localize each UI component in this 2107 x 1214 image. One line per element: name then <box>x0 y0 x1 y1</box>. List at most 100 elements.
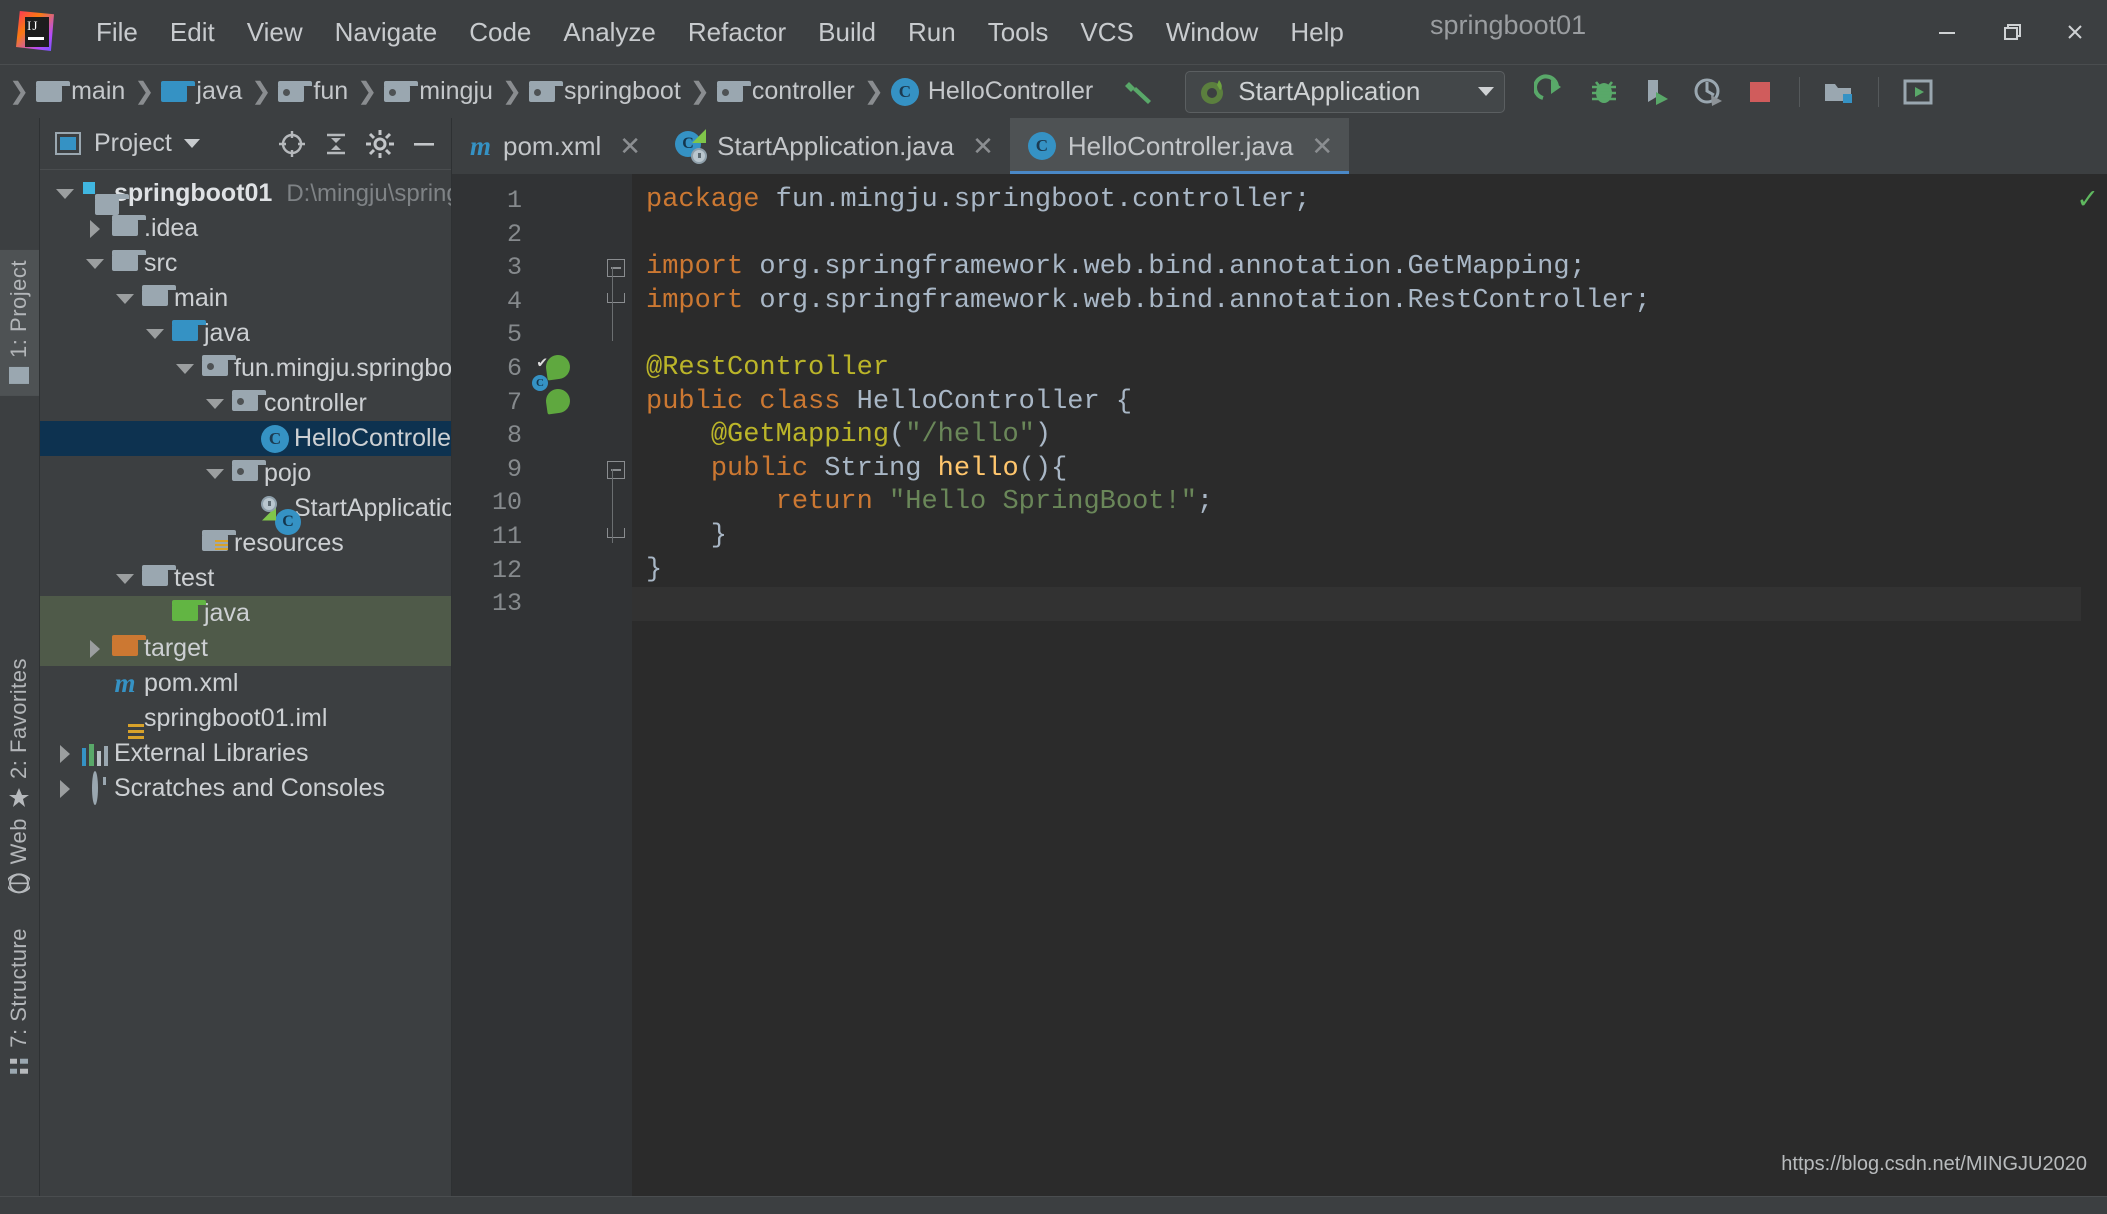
editor-tab-pom-xml[interactable]: m pom.xml ✕ <box>452 118 657 174</box>
breadcrumb-item-springboot[interactable]: springboot <box>529 77 681 106</box>
hide-panel-icon[interactable] <box>409 129 439 159</box>
build-project-button[interactable] <box>1115 69 1161 115</box>
tree-node-springboot01[interactable]: springboot01 D:\mingju\springboo <box>40 176 451 215</box>
tree-node-springboot01-iml[interactable]: springboot01.iml <box>40 701 451 736</box>
code-line[interactable] <box>646 318 2107 352</box>
chevron-down-icon[interactable] <box>172 356 198 382</box>
fold-import-end-icon[interactable] <box>607 292 625 303</box>
tree-node-pom-xml[interactable]: m pom.xml <box>40 666 451 701</box>
run-with-coverage-button[interactable] <box>1685 69 1731 115</box>
stop-button[interactable] <box>1737 69 1783 115</box>
tree-node-startapplication[interactable]: CStartApplication <box>40 491 451 535</box>
debug-button[interactable] <box>1581 69 1627 115</box>
tree-node-fun-mingju-springboot[interactable]: fun.mingju.springboot <box>40 351 451 386</box>
chevron-down-icon[interactable] <box>82 251 108 277</box>
gear-icon[interactable] <box>365 129 395 159</box>
menu-item-edit[interactable]: Edit <box>154 13 231 52</box>
inspection-ok-icon[interactable]: ✓ <box>2076 184 2099 215</box>
breadcrumb-item-controller[interactable]: controller <box>716 77 855 106</box>
close-tab-icon[interactable]: ✕ <box>972 131 994 162</box>
close-button[interactable] <box>2043 0 2107 64</box>
editor-tab-hellocontroller-java[interactable]: C HelloController.java ✕ <box>1009 118 1350 174</box>
search-everywhere-button[interactable] <box>1895 69 1941 115</box>
chevron-right-icon[interactable] <box>52 776 78 802</box>
menu-item-analyze[interactable]: Analyze <box>547 13 672 52</box>
chevron-down-icon[interactable] <box>112 286 138 312</box>
chevron-down-icon[interactable] <box>183 139 200 148</box>
code-line[interactable]: } <box>646 554 2107 588</box>
chevron-down-icon[interactable] <box>112 566 138 592</box>
tree-node-scratches-and-consoles[interactable]: Scratches and Consoles <box>40 771 451 806</box>
chevron-right-icon[interactable] <box>82 216 108 242</box>
code-area[interactable]: package fun.mingju.springboot.controller… <box>632 174 2107 1196</box>
tree-node-target[interactable]: target <box>40 631 451 666</box>
code-line[interactable] <box>646 218 2107 252</box>
tree-node-java[interactable]: java <box>40 316 451 351</box>
tree-node-src[interactable]: src <box>40 246 451 281</box>
tree-node-hellocontroller[interactable]: C HelloController <box>40 421 451 456</box>
chevron-down-icon[interactable] <box>52 181 78 207</box>
tree-node-pojo[interactable]: pojo <box>40 456 451 491</box>
code-folding-column[interactable] <box>604 174 632 1196</box>
tree-node-resources[interactable]: resources <box>40 526 451 561</box>
menu-item-help[interactable]: Help <box>1274 13 1359 52</box>
chevron-right-icon[interactable] <box>82 636 108 662</box>
breadcrumb-item-hellocontroller[interactable]: C HelloController <box>890 77 1093 106</box>
rail-item-project[interactable]: 1: Project <box>0 250 39 396</box>
menu-item-navigate[interactable]: Navigate <box>319 13 454 52</box>
line-number: 4 <box>506 286 522 316</box>
menu-item-vcs[interactable]: VCS <box>1064 13 1149 52</box>
code-line[interactable]: return "Hello SpringBoot!"; <box>646 486 2107 520</box>
code-line[interactable]: package fun.mingju.springboot.controller… <box>646 184 2107 218</box>
rail-item-favorites[interactable]: 2: Favorites <box>0 648 39 819</box>
run-button[interactable] <box>1529 69 1575 115</box>
run-with-profiler-button[interactable] <box>1633 69 1679 115</box>
menu-item-refactor[interactable]: Refactor <box>672 13 802 52</box>
maximize-button[interactable] <box>1979 0 2043 64</box>
menu-item-file[interactable]: File <box>80 13 154 52</box>
code-line[interactable]: public class HelloController { <box>646 386 2107 420</box>
menu-item-view[interactable]: View <box>231 13 319 52</box>
code-line[interactable]: import org.springframework.web.bind.anno… <box>646 285 2107 319</box>
collapse-all-icon[interactable] <box>321 129 351 159</box>
fold-import-region-icon[interactable] <box>607 259 625 278</box>
tree-node-external-libraries[interactable]: External Libraries <box>40 736 451 771</box>
tree-node-main[interactable]: main <box>40 281 451 316</box>
menu-item-build[interactable]: Build <box>802 13 892 52</box>
editor-tab-startapplication-java[interactable]: C StartApplication.java ✕ <box>657 118 1010 174</box>
code-line[interactable]: public String hello(){ <box>646 453 2107 487</box>
menu-item-run[interactable]: Run <box>892 13 972 52</box>
code-line[interactable]: @RestController <box>646 352 2107 386</box>
chevron-down-icon[interactable] <box>202 391 228 417</box>
code-line[interactable]: @GetMapping("/hello") <box>646 419 2107 453</box>
source-code[interactable]: package fun.mingju.springboot.controller… <box>632 174 2107 621</box>
chevron-down-icon[interactable] <box>202 461 228 487</box>
close-tab-icon[interactable]: ✕ <box>1311 131 1333 162</box>
fold-method-icon[interactable] <box>607 460 625 479</box>
run-configuration-selector[interactable]: StartApplication <box>1185 70 1506 113</box>
code-line[interactable]: import org.springframework.web.bind.anno… <box>646 251 2107 285</box>
menu-item-code[interactable]: Code <box>453 13 547 52</box>
breadcrumb-item-fun[interactable]: fun <box>278 77 348 106</box>
editor-markup-scrollbar[interactable]: ✓ <box>2076 174 2107 1196</box>
rail-item-web[interactable]: Web <box>0 808 39 904</box>
menu-item-window[interactable]: Window <box>1150 13 1274 52</box>
chevron-down-icon[interactable] <box>142 321 168 347</box>
breadcrumb-item-mingju[interactable]: mingju <box>384 77 493 106</box>
editor-gutter[interactable]: 1 2 3 4 5 6 7 8 9 10 11 12 13 ✔ C <box>452 174 632 1196</box>
breadcrumb-item-main[interactable]: main <box>36 77 125 106</box>
rail-item-structure[interactable]: 7: Structure <box>0 918 39 1088</box>
fold-method-end-icon[interactable] <box>607 528 625 538</box>
tree-node-java[interactable]: java <box>40 596 451 631</box>
tree-node-controller[interactable]: controller <box>40 386 451 421</box>
crosshair-icon[interactable] <box>277 129 307 159</box>
menu-item-tools[interactable]: Tools <box>972 13 1065 52</box>
minimize-button[interactable] <box>1915 0 1979 64</box>
tree-node--idea[interactable]: .idea <box>40 211 451 246</box>
tree-node-test[interactable]: test <box>40 561 451 596</box>
chevron-right-icon[interactable] <box>52 741 78 767</box>
project-structure-button[interactable] <box>1816 69 1862 115</box>
code-line[interactable]: } <box>646 520 2107 554</box>
breadcrumb-item-java[interactable]: java <box>161 77 242 106</box>
close-tab-icon[interactable]: ✕ <box>619 131 641 162</box>
